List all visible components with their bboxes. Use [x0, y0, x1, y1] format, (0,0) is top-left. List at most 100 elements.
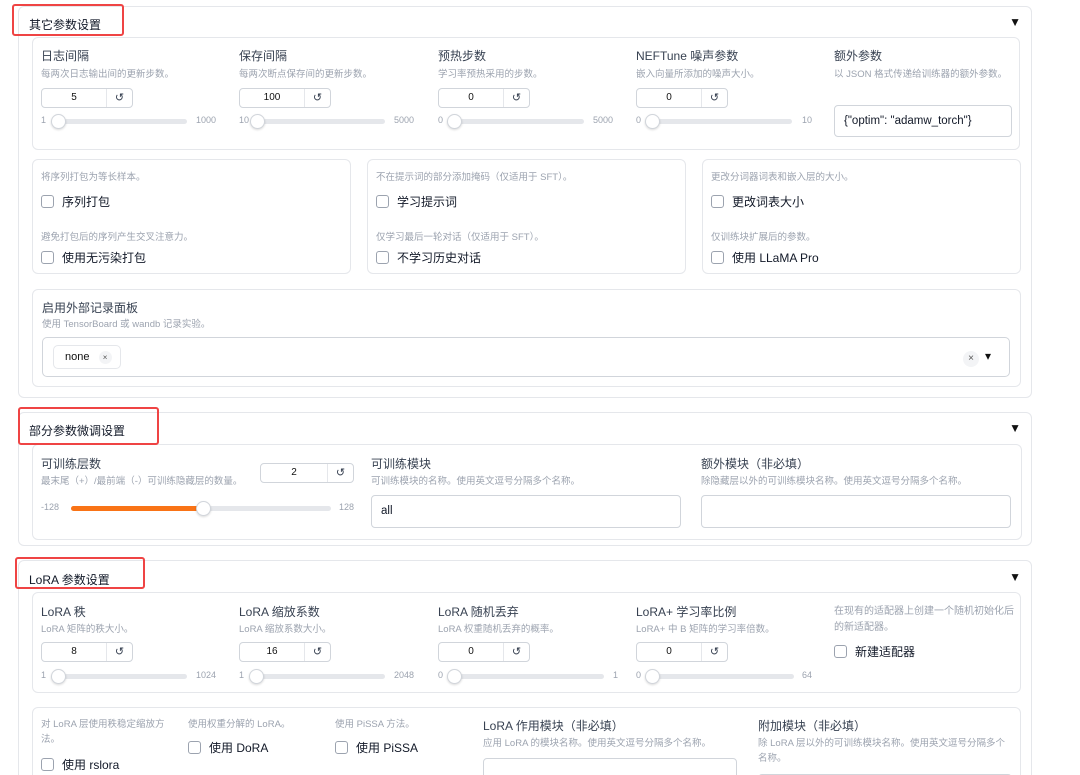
create-new-adapter-checkbox[interactable]: 新建适配器	[834, 643, 915, 660]
slider-thumb[interactable]	[50, 669, 66, 684]
slider-thumb[interactable]	[447, 114, 462, 129]
steps-group: 日志间隔 每两次日志输出间的更新步数。 5 ↺ 1 1000 保存间隔 每两次断…	[32, 37, 1020, 150]
save-steps-slider[interactable]: 10 5000	[239, 114, 419, 129]
neat-packing-label: 使用无污染打包	[62, 251, 147, 265]
slider-min: 0	[636, 115, 642, 125]
extra-modules-label: 额外模块（非必填）	[701, 457, 810, 471]
reset-icon[interactable]: ↺	[304, 643, 330, 661]
lora-dropout-value[interactable]: 0	[439, 643, 503, 661]
chip-remove-icon[interactable]: ×	[98, 351, 112, 364]
dropdown-arrow-icon[interactable]: ▾	[985, 349, 991, 363]
trainable-layers-input[interactable]: 2 ↺	[260, 463, 354, 483]
logging-steps-slider[interactable]: 1 1000	[41, 114, 221, 129]
trainable-modules-input[interactable]: all	[371, 495, 681, 528]
checkbox-box[interactable]	[335, 741, 348, 754]
lora-rank-input[interactable]: 8 ↺	[41, 642, 133, 662]
checkbox-box[interactable]	[41, 195, 54, 208]
neftune-value[interactable]: 0	[637, 89, 701, 107]
collapse-arrow-icon[interactable]: ▼	[1009, 15, 1021, 29]
slider-thumb[interactable]	[196, 501, 212, 516]
slider-track[interactable]	[255, 674, 385, 679]
slider-thumb[interactable]	[50, 114, 66, 129]
checkbox-box[interactable]	[711, 195, 724, 208]
trainable-modules-label: 可训练模块	[371, 457, 432, 471]
slider-min: 0	[438, 670, 444, 680]
prompt-group: 不在提示词的部分添加掩码（仅适用于 SFT）。 学习提示词 仅学习最后一轮对话（…	[367, 159, 686, 274]
lora-dropout-input[interactable]: 0 ↺	[438, 642, 530, 662]
extra-args-input[interactable]: {"optim": "adamw_torch"}	[834, 105, 1012, 137]
reset-icon[interactable]: ↺	[304, 89, 330, 107]
lora-settings-section: LoRA 参数设置 ▼ LoRA 秩 LoRA 矩阵的秩大小。 8 ↺ 1 10…	[18, 560, 1032, 775]
resize-vocab-checkbox[interactable]: 更改词表大小	[711, 193, 804, 210]
extra-modules-input[interactable]	[701, 495, 1011, 528]
save-steps-input[interactable]: 100 ↺	[239, 88, 331, 108]
pissa-checkbox[interactable]: 使用 PiSSA	[335, 739, 418, 756]
checkbox-box[interactable]	[376, 251, 389, 264]
collapse-arrow-icon[interactable]: ▼	[1009, 421, 1021, 435]
lora-alpha-slider[interactable]: 1 2048	[239, 669, 424, 684]
extra-args-label: 额外参数	[834, 49, 883, 63]
slider-track[interactable]	[57, 119, 187, 124]
loraplus-info: LoRA+ 中 B 矩阵的学习率倍数。	[636, 624, 775, 635]
slider-track[interactable]	[652, 674, 794, 679]
mask-history-checkbox[interactable]: 不学习历史对话	[376, 249, 481, 266]
slider-thumb[interactable]	[645, 114, 660, 129]
lora-alpha-input[interactable]: 16 ↺	[239, 642, 331, 662]
loraplus-input[interactable]: 0 ↺	[636, 642, 728, 662]
loraplus-value[interactable]: 0	[637, 643, 701, 661]
checkbox-box[interactable]	[711, 251, 724, 264]
checkbox-box[interactable]	[834, 645, 847, 658]
checkbox-box[interactable]	[376, 195, 389, 208]
slider-thumb[interactable]	[250, 114, 266, 129]
neat-packing-checkbox[interactable]: 使用无污染打包	[41, 249, 146, 266]
train-on-prompt-checkbox[interactable]: 学习提示词	[376, 193, 457, 210]
slider-track[interactable]	[255, 119, 385, 124]
reset-icon[interactable]: ↺	[327, 464, 353, 482]
slider-track[interactable]	[652, 119, 792, 124]
lora-alpha-value[interactable]: 16	[240, 643, 304, 661]
reset-icon[interactable]: ↺	[106, 643, 132, 661]
dora-checkbox[interactable]: 使用 DoRA	[188, 739, 268, 756]
neftune-slider[interactable]: 0 10	[636, 114, 816, 129]
reset-icon[interactable]: ↺	[701, 643, 727, 661]
rslora-checkbox[interactable]: 使用 rslora	[41, 756, 119, 773]
lora-dropout-slider[interactable]: 0 1	[438, 669, 623, 684]
slider-thumb[interactable]	[447, 669, 462, 684]
warmup-steps-slider[interactable]: 0 5000	[438, 114, 618, 129]
logging-steps-value[interactable]: 5	[42, 89, 106, 107]
slider-thumb[interactable]	[248, 669, 264, 684]
reset-icon[interactable]: ↺	[503, 89, 529, 107]
slider-thumb[interactable]	[645, 669, 660, 684]
checkbox-box[interactable]	[41, 251, 54, 264]
reset-icon[interactable]: ↺	[701, 89, 727, 107]
collapse-arrow-icon[interactable]: ▼	[1009, 570, 1021, 584]
packing-checkbox[interactable]: 序列打包	[41, 193, 110, 210]
save-steps-value[interactable]: 100	[240, 89, 304, 107]
slider-track[interactable]	[454, 119, 584, 124]
vocab-group: 更改分词器词表和嵌入层的大小。 更改词表大小 仅训练块扩展后的参数。 使用 LL…	[702, 159, 1021, 274]
slider-fill	[71, 506, 204, 511]
llama-pro-info: 仅训练块扩展后的参数。	[711, 232, 816, 243]
lora-rank-value[interactable]: 8	[42, 643, 106, 661]
clear-icon[interactable]: ×	[963, 351, 979, 367]
checkbox-box[interactable]	[41, 758, 54, 771]
slider-track[interactable]	[57, 674, 187, 679]
trainable-layers-slider[interactable]: -128 128	[41, 501, 361, 516]
reset-icon[interactable]: ↺	[106, 89, 132, 107]
reset-icon[interactable]: ↺	[503, 643, 529, 661]
slider-max: 128	[339, 502, 355, 512]
llama-pro-checkbox[interactable]: 使用 LLaMA Pro	[711, 249, 819, 266]
checkbox-box[interactable]	[188, 741, 201, 754]
warmup-steps-input[interactable]: 0 ↺	[438, 88, 530, 108]
lora-rank-slider[interactable]: 1 1024	[41, 669, 226, 684]
save-steps-label: 保存间隔	[239, 49, 288, 63]
warmup-steps-value[interactable]: 0	[439, 89, 503, 107]
neftune-input[interactable]: 0 ↺	[636, 88, 728, 108]
slider-track[interactable]	[454, 674, 604, 679]
lora-target-input[interactable]	[483, 758, 737, 775]
trainable-layers-value[interactable]: 2	[261, 464, 327, 482]
slider-max: 1000	[196, 115, 217, 125]
report-to-dropdown[interactable]: none × × ▾	[42, 337, 1010, 377]
logging-steps-input[interactable]: 5 ↺	[41, 88, 133, 108]
loraplus-slider[interactable]: 0 64	[636, 669, 821, 684]
